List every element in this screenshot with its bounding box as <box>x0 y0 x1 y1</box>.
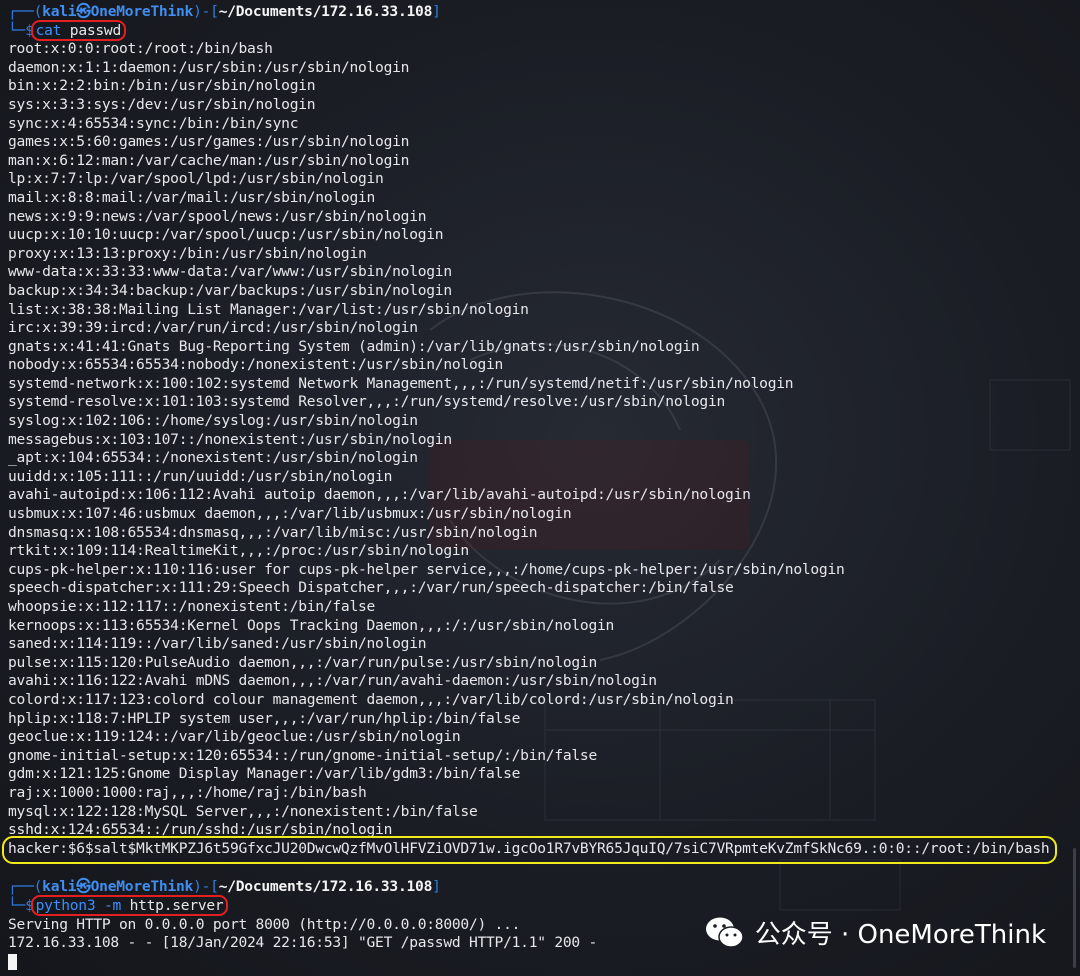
hacker-line-row: hacker:$6$salt$MktMKPZJ6t59GfxcJU20DwcwQ… <box>2 835 1080 864</box>
passwd-line: speech-dispatcher:x:111:29:Speech Dispat… <box>8 579 734 597</box>
passwd-line: gdm:x:121:125:Gnome Display Manager:/var… <box>8 765 521 783</box>
passwd-line: syslog:x:102:106::/home/syslog:/usr/sbin… <box>8 412 418 430</box>
command-line: └─$ cat passwd <box>8 19 1080 41</box>
passwd-line: hplip:x:118:7:HPLIP system user,,,:/var/… <box>8 709 521 727</box>
prompt-bracket: ┌──( <box>8 878 43 896</box>
passwd-line: www-data:x:33:33:www-data:/var/www:/usr/… <box>8 263 452 281</box>
prompt-user-host: kali㉿OneMoreThink <box>42 878 194 896</box>
passwd-line: gnats:x:41:41:Gnats Bug-Reporting System… <box>8 337 700 355</box>
passwd-line: pulse:x:115:120:PulseAudio daemon,,,:/va… <box>8 653 597 671</box>
passwd-line: dnsmasq:x:108:65534:dnsmasq,,,:/var/lib/… <box>8 523 538 541</box>
passwd-line: systemd-network:x:100:102:systemd Networ… <box>8 374 794 392</box>
prompt-user-host: kali㉿OneMoreThink <box>42 3 194 20</box>
passwd-line: messagebus:x:103:107::/nonexistent:/usr/… <box>8 430 452 448</box>
passwd-line: whoopsie:x:112:117::/nonexistent:/bin/fa… <box>8 598 376 615</box>
command-highlight: python3 -m http.server <box>30 894 229 916</box>
passwd-line: list:x:38:38:Mailing List Manager:/var/l… <box>8 300 529 318</box>
passwd-line: uuidd:x:105:111::/run/uuidd:/usr/sbin/no… <box>8 467 393 485</box>
prompt-prefix: └─ <box>8 21 26 39</box>
command-highlight: cat passwd <box>30 19 126 41</box>
scrollbar[interactable] <box>1073 848 1076 968</box>
passwd-line: uucp:x:10:10:uucp:/var/spool/uucp:/usr/s… <box>8 226 444 244</box>
passwd-line: avahi-autoipd:x:106:112:Avahi autoip dae… <box>8 486 751 504</box>
passwd-line: usbmux:x:107:46:usbmux daemon,,,:/var/li… <box>8 505 572 523</box>
passwd-line: rtkit:x:109:114:RealtimeKit,,,:/proc:/us… <box>8 542 469 560</box>
prompt-line: ┌──(kali㉿OneMoreThink)-[~/Documents/172.… <box>8 3 1080 22</box>
prompt-bracket: ] <box>432 3 441 20</box>
wechat-icon <box>705 917 744 948</box>
passwd-line: lp:x:7:7:lp:/var/spool/lpd:/usr/sbin/nol… <box>8 170 384 188</box>
command-name: python3 <box>35 896 96 914</box>
passwd-line: sys:x:3:3:sys:/dev:/usr/sbin/nologin <box>8 95 316 113</box>
passwd-line: mail:x:8:8:mail:/var/mail:/usr/sbin/nolo… <box>8 188 376 206</box>
terminal-output: ┌──(kali㉿OneMoreThink)-[~/Documents/172.… <box>2 3 1080 972</box>
passwd-line: daemon:x:1:1:daemon:/usr/sbin:/usr/sbin/… <box>8 58 410 76</box>
passwd-line: gnome-initial-setup:x:120:65534::/run/gn… <box>8 746 597 764</box>
passwd-line: man:x:6:12:man:/var/cache/man:/usr/sbin/… <box>8 151 410 169</box>
command-argument: http.server <box>129 896 224 914</box>
watermark-text: 公众号 · OneMoreThink <box>754 920 1046 950</box>
passwd-line: geoclue:x:119:124::/var/lib/geoclue:/usr… <box>8 728 461 746</box>
passwd-line: nobody:x:65534:65534:nobody:/nonexistent… <box>8 356 504 374</box>
input-line[interactable] <box>8 953 1080 972</box>
passwd-line: irc:x:39:39:ircd:/var/run/ircd:/usr/sbin… <box>8 319 418 337</box>
command-argument: passwd <box>69 21 121 39</box>
passwd-line: saned:x:114:119::/var/lib/saned:/usr/sbi… <box>8 635 427 653</box>
prompt-separator: )-[ <box>193 878 219 896</box>
text-cursor <box>8 953 17 970</box>
passwd-line: sync:x:4:65534:sync:/bin:/bin/sync <box>8 114 299 132</box>
prompt-path: ~/Documents/172.16.33.108 <box>218 878 433 896</box>
prompt-separator: )-[ <box>193 3 219 20</box>
passwd-line: raj:x:1000:1000:raj,,,:/home/raj:/bin/ba… <box>8 783 367 801</box>
hacker-line-highlight: hacker:$6$salt$MktMKPZJ6t59GfxcJU20DwcwQ… <box>2 835 1058 864</box>
prompt-bracket: ] <box>432 878 441 896</box>
passwd-line: _apt:x:104:65534::/nonexistent:/usr/sbin… <box>8 449 418 467</box>
command-name: cat <box>35 21 62 39</box>
prompt-path: ~/Documents/172.16.33.108 <box>218 3 433 20</box>
passwd-output: root:x:0:0:root:/root:/bin/bash daemon:x:… <box>8 40 1080 840</box>
command-line: └─$ python3 -m http.server <box>8 894 1080 916</box>
passwd-line: news:x:9:9:news:/var/spool/news:/usr/sbi… <box>8 207 427 225</box>
passwd-line: avahi:x:116:122:Avahi mDNS daemon,,,:/va… <box>8 672 657 690</box>
hacker-passwd-entry: hacker:$6$salt$MktMKPZJ6t59GfxcJU20DwcwQ… <box>8 839 1050 857</box>
command-flag: -m <box>103 896 122 914</box>
passwd-line: backup:x:34:34:backup:/var/backups:/usr/… <box>8 281 452 299</box>
passwd-line: colord:x:117:123:colord colour managemen… <box>8 690 734 708</box>
passwd-line: root:x:0:0:root:/root:/bin/bash <box>8 40 273 58</box>
passwd-line: proxy:x:13:13:proxy:/bin:/usr/sbin/nolog… <box>8 244 367 262</box>
terminal-window[interactable]: ┌──(kali㉿OneMoreThink)-[~/Documents/172.… <box>0 0 1080 976</box>
passwd-line: systemd-resolve:x:101:103:systemd Resolv… <box>8 393 726 411</box>
prompt-prefix: └─ <box>8 896 26 914</box>
passwd-line: kernoops:x:113:65534:Kernel Oops Trackin… <box>8 616 615 634</box>
prompt-bracket: ┌──( <box>8 3 43 20</box>
passwd-line: games:x:5:60:games:/usr/games:/usr/sbin/… <box>8 133 410 151</box>
passwd-line: cups-pk-helper:x:110:116:user for cups-p… <box>8 560 845 578</box>
passwd-line: bin:x:2:2:bin:/bin:/usr/sbin/nologin <box>8 77 316 95</box>
passwd-line: mysql:x:122:128:MySQL Server,,,:/nonexis… <box>8 802 478 820</box>
watermark: 公众号 · OneMoreThink <box>705 914 1046 951</box>
